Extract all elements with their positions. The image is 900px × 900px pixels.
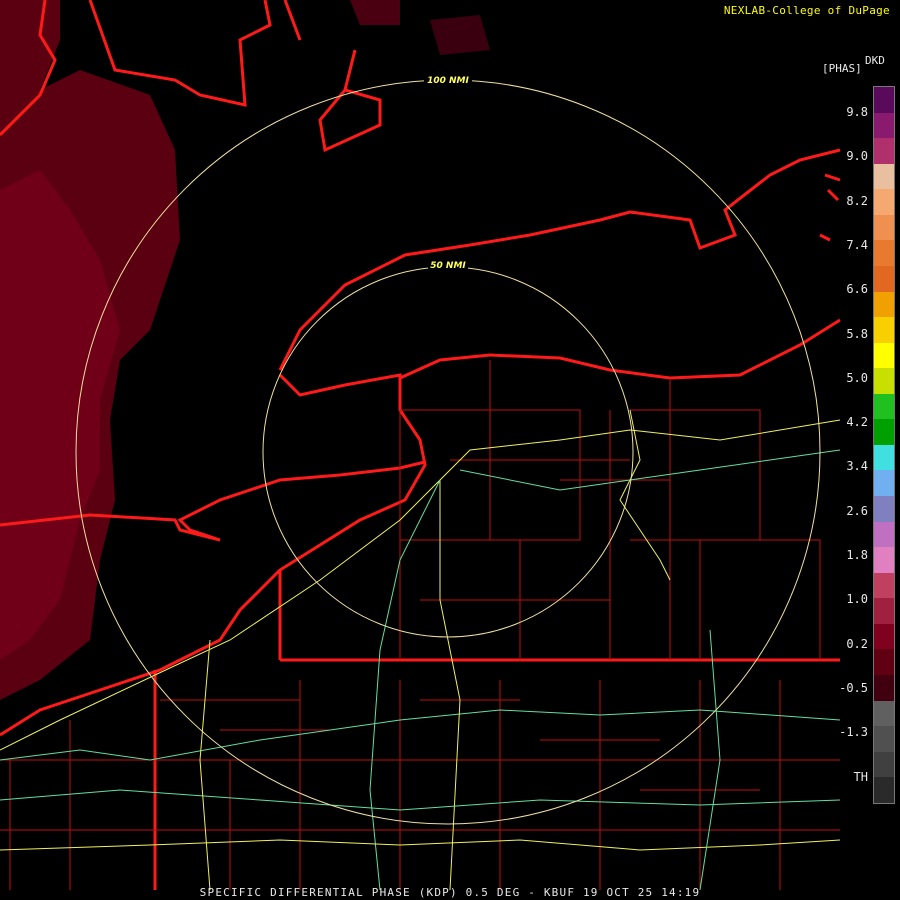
legend-color-segment [874, 240, 894, 266]
legend-color-segment [874, 751, 894, 778]
range-label-100: 100 NMI [427, 76, 469, 86]
legend-color-segment [874, 138, 894, 164]
legend-tick-label: 0.2 [846, 636, 868, 651]
product-footer: SPECIFIC DIFFERENTIAL PHASE (KDP) 0.5 DE… [199, 886, 701, 899]
legend-color-segment [874, 496, 894, 522]
legend-color-segment [874, 572, 894, 599]
legend-color-segment [874, 470, 894, 496]
radar-map: 100 NMI 50 NMI [0, 0, 900, 900]
legend-color-segment [874, 726, 894, 752]
legend-color-segment [874, 368, 894, 394]
legend-tick-label: 9.0 [846, 149, 868, 164]
legend-tick-label: 1.8 [846, 548, 868, 562]
legend-tick-label: 5.8 [846, 326, 868, 341]
legend-color-segment [874, 419, 894, 445]
legend-tick-label: 9.8 [846, 105, 868, 119]
legend-color-segment [874, 547, 894, 573]
legend-color-segment [874, 598, 894, 624]
legend-color-segment [874, 674, 894, 701]
legend-tick-label: 3.4 [846, 459, 868, 474]
legend-tick-label: 1.0 [846, 592, 868, 607]
legend-color-segment [874, 189, 894, 215]
legend-tick-label: 8.2 [846, 193, 868, 208]
legend-tick-label: 7.4 [846, 237, 868, 252]
legend-color-segment [874, 163, 894, 190]
legend-color-segment [874, 317, 894, 343]
product-code: DKD [865, 54, 885, 67]
legend-color-segment [874, 623, 894, 650]
range-label-50: 50 NMI [430, 261, 466, 271]
legend-tick-label: 5.0 [846, 370, 868, 385]
units-label: [PHAS] [822, 62, 862, 75]
legend-color-segment [874, 87, 894, 113]
legend-tick-label: 4.2 [846, 415, 868, 430]
legend-tick-label: 2.6 [846, 503, 868, 518]
legend-color-segment [874, 291, 894, 318]
legend-color-segment [874, 265, 894, 292]
color-legend-bar [873, 86, 895, 804]
legend-color-segment [874, 521, 894, 548]
legend-color-segment [874, 649, 894, 675]
legend-color-segment [874, 700, 894, 727]
legend-tick-label: TH [853, 769, 868, 784]
legend-tick-label: -0.5 [839, 680, 868, 695]
legend-color-segment [874, 342, 894, 369]
legend-color-segment [874, 214, 894, 241]
legend-color-segment [874, 444, 894, 471]
legend-color-segment [874, 112, 894, 139]
legend-tick-label: 6.6 [846, 282, 868, 297]
credit-label: NEXLAB-College of DuPage [723, 4, 890, 17]
legend-color-segment [874, 777, 894, 803]
legend-tick-label: -1.3 [839, 725, 868, 740]
legend-color-segment [874, 393, 894, 420]
